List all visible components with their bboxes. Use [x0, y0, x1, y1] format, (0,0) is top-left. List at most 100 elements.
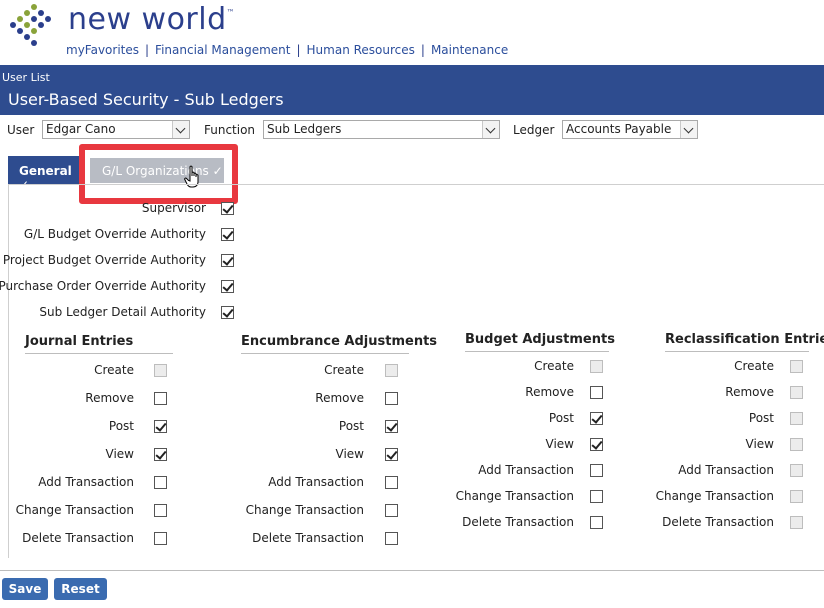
authority-checkbox[interactable] — [221, 306, 234, 319]
permission-label: View — [545, 437, 574, 451]
permission-checkbox — [590, 360, 603, 373]
ledger-label: Ledger — [513, 123, 555, 137]
hand-cursor-icon — [184, 165, 199, 188]
permission-checkbox[interactable] — [385, 476, 398, 489]
authority-label: Supervisor — [141, 201, 206, 215]
permission-label: Remove — [725, 385, 774, 399]
user-select-value: Edgar Cano — [46, 122, 116, 136]
permission-checkbox — [790, 464, 803, 477]
permission-label: Change Transaction — [15, 503, 134, 517]
reset-button[interactable]: Reset — [54, 578, 107, 600]
permission-label: Change Transaction — [455, 489, 574, 503]
title-bar: User List User-Based Security - Sub Ledg… — [0, 65, 824, 115]
section-underline — [25, 353, 173, 354]
permission-label: Remove — [525, 385, 574, 399]
permission-checkbox[interactable] — [154, 532, 167, 545]
permission-label: Create — [734, 359, 774, 373]
permission-label: View — [105, 447, 134, 461]
tab-divider — [8, 184, 824, 185]
permission-label: View — [745, 437, 774, 451]
permission-label: Post — [108, 419, 134, 433]
section-title-encumbrance: Encumbrance Adjustments — [241, 334, 438, 349]
permission-checkbox[interactable] — [590, 464, 603, 477]
permission-checkbox[interactable] — [590, 386, 603, 399]
function-select[interactable]: Sub Ledgers — [263, 120, 500, 139]
authority-label: Sub Ledger Detail Authority — [39, 305, 206, 319]
chevron-down-icon[interactable] — [172, 121, 189, 138]
permission-checkbox — [790, 386, 803, 399]
save-button[interactable]: Save — [2, 578, 48, 600]
tab-general[interactable]: General ✓ — [8, 156, 80, 192]
footer-divider — [0, 570, 824, 571]
permission-checkbox[interactable] — [385, 504, 398, 517]
chevron-down-icon[interactable] — [680, 121, 697, 138]
chevron-down-icon[interactable] — [482, 121, 499, 138]
authority-label: Project Budget Override Authority — [2, 253, 206, 267]
authority-checkbox[interactable] — [221, 254, 234, 267]
permission-checkbox — [790, 490, 803, 503]
permission-label: Delete Transaction — [252, 531, 364, 545]
permission-label: Change Transaction — [655, 489, 774, 503]
content-left-border — [8, 184, 9, 558]
authority-label: Purchase Order Override Authority — [0, 279, 206, 293]
section-title-journal: Journal Entries — [25, 334, 134, 349]
ledger-select[interactable]: Accounts Payable — [562, 120, 698, 139]
permission-label: Add Transaction — [268, 475, 364, 489]
permission-checkbox — [790, 412, 803, 425]
ledger-select-value: Accounts Payable — [566, 122, 672, 136]
permission-checkbox[interactable] — [385, 448, 398, 461]
permission-label: Delete Transaction — [462, 515, 574, 529]
nav-financial-management[interactable]: Financial Management — [155, 43, 290, 57]
permission-label: Add Transaction — [678, 463, 774, 477]
permission-label: Add Transaction — [38, 475, 134, 489]
breadcrumb-user-list[interactable]: User List — [2, 71, 50, 84]
permission-label: Delete Transaction — [22, 531, 134, 545]
new-world-logo-icon — [10, 4, 51, 46]
brand-name: new world™ — [68, 2, 236, 37]
permission-label: Change Transaction — [245, 503, 364, 517]
authority-checkbox[interactable] — [221, 228, 234, 241]
authority-checkbox[interactable] — [221, 280, 234, 293]
permission-checkbox — [790, 360, 803, 373]
nav-human-resources[interactable]: Human Resources — [307, 43, 415, 57]
section-title-reclass: Reclassification Entries — [665, 332, 824, 347]
permission-checkbox[interactable] — [590, 490, 603, 503]
permission-label: Create — [534, 359, 574, 373]
permission-checkbox[interactable] — [385, 532, 398, 545]
authority-checkbox[interactable] — [221, 202, 234, 215]
permission-checkbox[interactable] — [154, 420, 167, 433]
permission-checkbox[interactable] — [154, 476, 167, 489]
user-select[interactable]: Edgar Cano — [42, 120, 190, 139]
function-label: Function — [204, 123, 256, 137]
section-underline — [241, 353, 409, 354]
permission-checkbox[interactable] — [590, 516, 603, 529]
permission-label: View — [335, 447, 364, 461]
permission-checkbox[interactable] — [590, 438, 603, 451]
permission-label: Add Transaction — [478, 463, 574, 477]
permission-checkbox[interactable] — [154, 448, 167, 461]
nav-my-favorites[interactable]: myFavorites — [66, 43, 139, 57]
permission-label: Delete Transaction — [662, 515, 774, 529]
top-navigation: myFavorites | Financial Management | Human R… — [66, 43, 509, 57]
permission-checkbox — [385, 364, 398, 377]
user-label: User — [7, 123, 35, 137]
permission-checkbox — [790, 516, 803, 529]
section-underline — [665, 351, 809, 352]
nav-maintenance[interactable]: Maintenance — [431, 43, 508, 57]
permission-label: Create — [94, 363, 134, 377]
permission-checkbox — [790, 438, 803, 451]
permission-checkbox[interactable] — [385, 420, 398, 433]
permission-checkbox[interactable] — [590, 412, 603, 425]
permission-label: Remove — [315, 391, 364, 405]
permission-checkbox[interactable] — [154, 504, 167, 517]
permission-checkbox[interactable] — [154, 392, 167, 405]
authority-label: G/L Budget Override Authority — [23, 227, 206, 241]
page-title: User-Based Security - Sub Ledgers — [8, 90, 284, 109]
permission-label: Post — [748, 411, 774, 425]
permission-label: Post — [548, 411, 574, 425]
function-select-value: Sub Ledgers — [267, 122, 342, 136]
section-title-budget: Budget Adjustments — [465, 332, 615, 347]
permission-checkbox[interactable] — [385, 392, 398, 405]
filter-row: User Edgar Cano Function Sub Ledgers Led… — [0, 120, 824, 142]
permission-label: Post — [338, 419, 364, 433]
